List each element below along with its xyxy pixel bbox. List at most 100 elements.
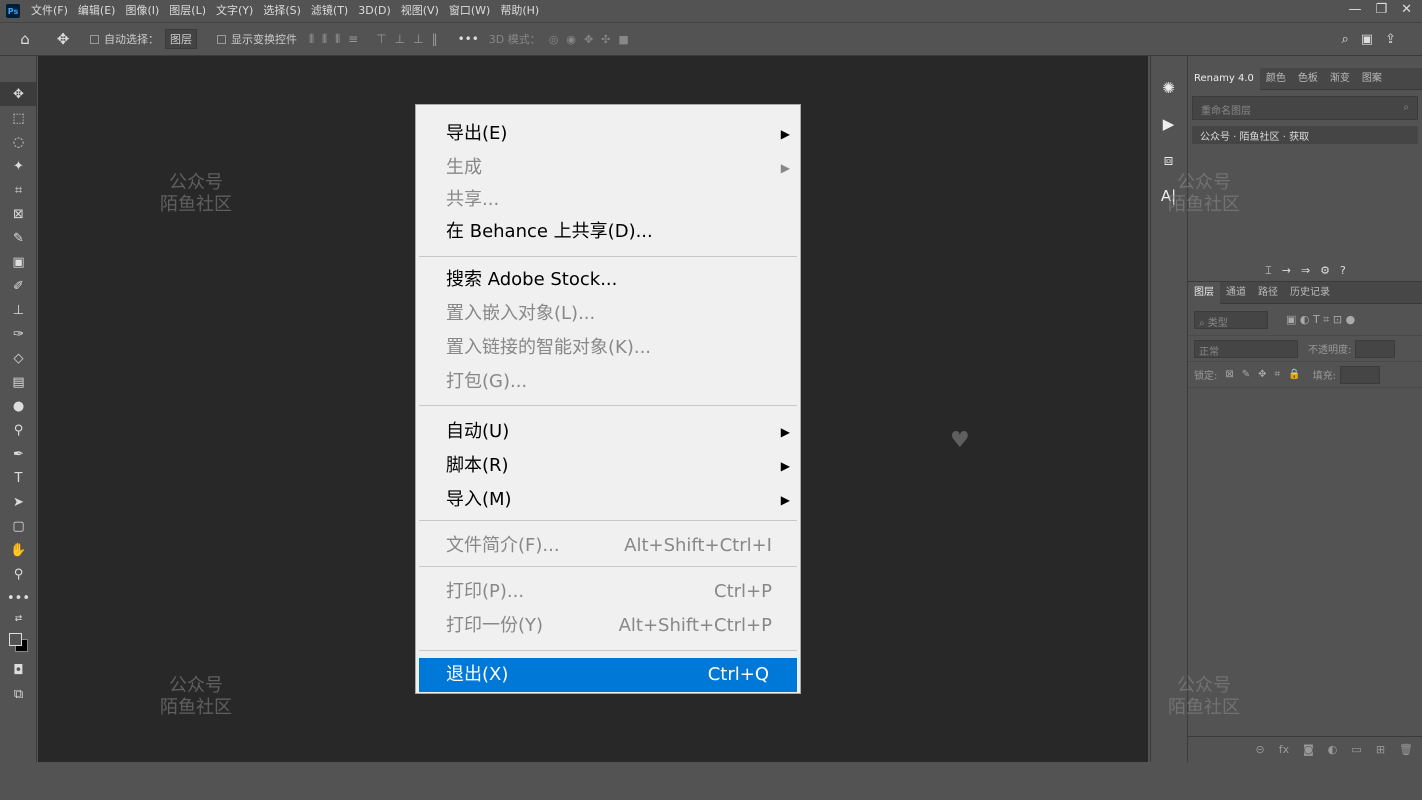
add-mask-icon[interactable]: ◙	[1303, 743, 1314, 756]
rename-icon[interactable]: ⌶	[1265, 264, 1272, 278]
minimize-button[interactable]: —	[1348, 0, 1361, 20]
menu-filter[interactable]: 滤镜(T)	[306, 0, 353, 22]
distribute-icon[interactable]: ≡	[348, 32, 358, 47]
restore-button[interactable]: ❐	[1375, 0, 1387, 20]
menu-image[interactable]: 图像(I)	[120, 0, 164, 22]
new-layer-icon[interactable]: ⊞	[1376, 743, 1385, 756]
align-top-icon[interactable]: ⊤	[376, 32, 386, 47]
menu-item-import[interactable]: 导入(M) ▶	[446, 485, 800, 515]
rename-layer-input[interactable]: 重命名图层 ⌕	[1192, 96, 1418, 120]
align-middle-icon[interactable]: ⊥	[395, 32, 405, 47]
3d-panel-icon[interactable]: ⧈	[1151, 142, 1186, 178]
delete-layer-icon[interactable]: 🗑	[1399, 743, 1413, 756]
color-swatches-icon[interactable]	[0, 628, 37, 658]
actions-play-icon[interactable]: ▶	[1151, 106, 1186, 142]
more-tools-icon[interactable]: •••	[0, 586, 37, 610]
menu-item-exit[interactable]: 退出(X) Ctrl+Q	[419, 658, 797, 692]
more-options-icon[interactable]: •••	[458, 32, 479, 47]
community-link[interactable]: 公众号 · 陌鱼社区 · 获取	[1192, 126, 1418, 144]
type-tool-icon[interactable]: T	[0, 466, 37, 490]
tab-color[interactable]: 颜色	[1260, 68, 1292, 90]
tab-history[interactable]: 历史记录	[1284, 282, 1336, 304]
hand-tool-icon[interactable]: ✋	[0, 538, 37, 562]
auto-select-checkbox[interactable]	[90, 33, 104, 46]
menu-item-place-embedded[interactable]: 置入嵌入对象(L)...	[446, 299, 800, 329]
frame-tool-icon[interactable]: ⊠	[0, 202, 37, 226]
fill-input[interactable]	[1339, 365, 1380, 384]
eyedropper-tool-icon[interactable]: ✎	[0, 226, 37, 250]
crop-tool-icon[interactable]: ⌗	[0, 178, 37, 202]
menu-item-print-one-copy[interactable]: 打印一份(Y) Alt+Shift+Ctrl+P	[446, 611, 800, 641]
menu-item-share[interactable]: 共享...	[446, 185, 800, 215]
swap-colors-icon[interactable]: ⇄	[0, 610, 37, 628]
align-bottom-icon[interactable]: ⊥	[413, 32, 423, 47]
menu-item-print[interactable]: 打印(P)... Ctrl+P	[446, 577, 800, 607]
new-group-icon[interactable]: ▭	[1351, 743, 1361, 756]
menu-window[interactable]: 窗口(W)	[444, 0, 495, 22]
tab-swatches[interactable]: 色板	[1292, 68, 1324, 90]
close-button[interactable]: ✕	[1401, 0, 1412, 20]
menu-help[interactable]: 帮助(H)	[495, 0, 544, 22]
layer-filter-dropdown[interactable]: ⌕ 类型	[1194, 310, 1268, 329]
menu-item-generate[interactable]: 生成 ▶	[446, 153, 800, 183]
stamp-tool-icon[interactable]: ⊥	[0, 298, 37, 322]
quick-mask-icon[interactable]: ◘	[0, 658, 37, 682]
auto-select-dropdown[interactable]: 图层	[165, 29, 197, 49]
menu-item-file-info[interactable]: 文件简介(F)... Alt+Shift+Ctrl+I	[446, 531, 800, 561]
menu-3d[interactable]: 3D(D)	[353, 0, 396, 22]
menu-layer[interactable]: 图层(L)	[164, 0, 211, 22]
tab-paths[interactable]: 路径	[1252, 282, 1284, 304]
blend-mode-dropdown[interactable]: 正常	[1194, 339, 1298, 358]
tab-patterns[interactable]: 图案	[1356, 68, 1388, 90]
tab-layers[interactable]: 图层	[1188, 281, 1220, 304]
align-right-icon[interactable]: ⫴	[335, 32, 340, 47]
move-tool-icon[interactable]: ✥	[52, 30, 74, 48]
double-arrow-icon[interactable]: ⇒	[1301, 264, 1310, 277]
search-workspace-share-icons[interactable]: ⌕▣⇪	[1342, 32, 1408, 47]
fx-icon[interactable]: fx	[1279, 743, 1289, 756]
search-icon[interactable]: ⌕	[1403, 102, 1409, 114]
arrow-right-icon[interactable]: →	[1282, 264, 1291, 277]
gradient-tool-icon[interactable]: ▤	[0, 370, 37, 394]
tab-channels[interactable]: 通道	[1220, 282, 1252, 304]
mode-3d-icons[interactable]: ◎◉✥✣■	[549, 33, 637, 46]
layer-filter-icons[interactable]: ▣ ◐ T ⌗ ⊡ ●	[1286, 313, 1355, 327]
marquee-tool-icon[interactable]: ⬚	[0, 106, 37, 130]
menu-edit[interactable]: 编辑(E)	[73, 0, 121, 22]
menu-item-automate[interactable]: 自动(U) ▶	[446, 417, 800, 447]
opacity-input[interactable]	[1355, 339, 1396, 358]
renamy-plugin-icon[interactable]: ✺	[1151, 70, 1186, 106]
menu-item-share-behance[interactable]: 在 Behance 上共享(D)...	[446, 217, 800, 247]
align-center-icon[interactable]: ⫴	[322, 32, 327, 47]
brush-tool-icon[interactable]: ✐	[0, 274, 37, 298]
menu-item-place-linked[interactable]: 置入链接的智能对象(K)...	[446, 333, 800, 363]
lock-icons[interactable]: ⊠✎✥⌗🔒	[1225, 369, 1308, 380]
menu-type[interactable]: 文字(Y)	[211, 0, 258, 22]
home-icon[interactable]: ⌂	[14, 30, 36, 48]
help-icon[interactable]: ?	[1340, 264, 1346, 277]
lasso-tool-icon[interactable]: ◌	[0, 130, 37, 154]
adjustment-layer-icon[interactable]: ◐	[1328, 743, 1338, 756]
move-tool-icon[interactable]: ✥	[0, 82, 37, 106]
history-brush-tool-icon[interactable]: ✑	[0, 322, 37, 346]
healing-brush-tool-icon[interactable]: ▣	[0, 250, 37, 274]
tab-renamy[interactable]: Renamy 4.0	[1188, 67, 1260, 90]
path-selection-tool-icon[interactable]: ➤	[0, 490, 37, 514]
blur-tool-icon[interactable]: ●	[0, 394, 37, 418]
pen-tool-icon[interactable]: ✒	[0, 442, 37, 466]
distribute-vertical-icon[interactable]: ‖	[432, 32, 438, 47]
ai-panel-icon[interactable]: A|	[1151, 178, 1186, 214]
link-layers-icon[interactable]: ⊝	[1256, 743, 1265, 756]
eraser-tool-icon[interactable]: ◇	[0, 346, 37, 370]
menu-file[interactable]: 文件(F)	[26, 0, 73, 22]
magic-wand-tool-icon[interactable]: ✦	[0, 154, 37, 178]
menu-item-export[interactable]: 导出(E) ▶	[446, 119, 800, 149]
menu-item-search-adobe-stock[interactable]: 搜索 Adobe Stock...	[446, 265, 800, 295]
menu-item-scripts[interactable]: 脚本(R) ▶	[446, 451, 800, 481]
screen-mode-icon[interactable]: ⧉	[0, 682, 37, 706]
align-left-icon[interactable]: ⫴	[309, 32, 314, 47]
menu-select[interactable]: 选择(S)	[258, 0, 306, 22]
menu-view[interactable]: 视图(V)	[396, 0, 444, 22]
menu-item-package[interactable]: 打包(G)...	[446, 367, 800, 397]
zoom-tool-icon[interactable]: ⚲	[0, 562, 37, 586]
